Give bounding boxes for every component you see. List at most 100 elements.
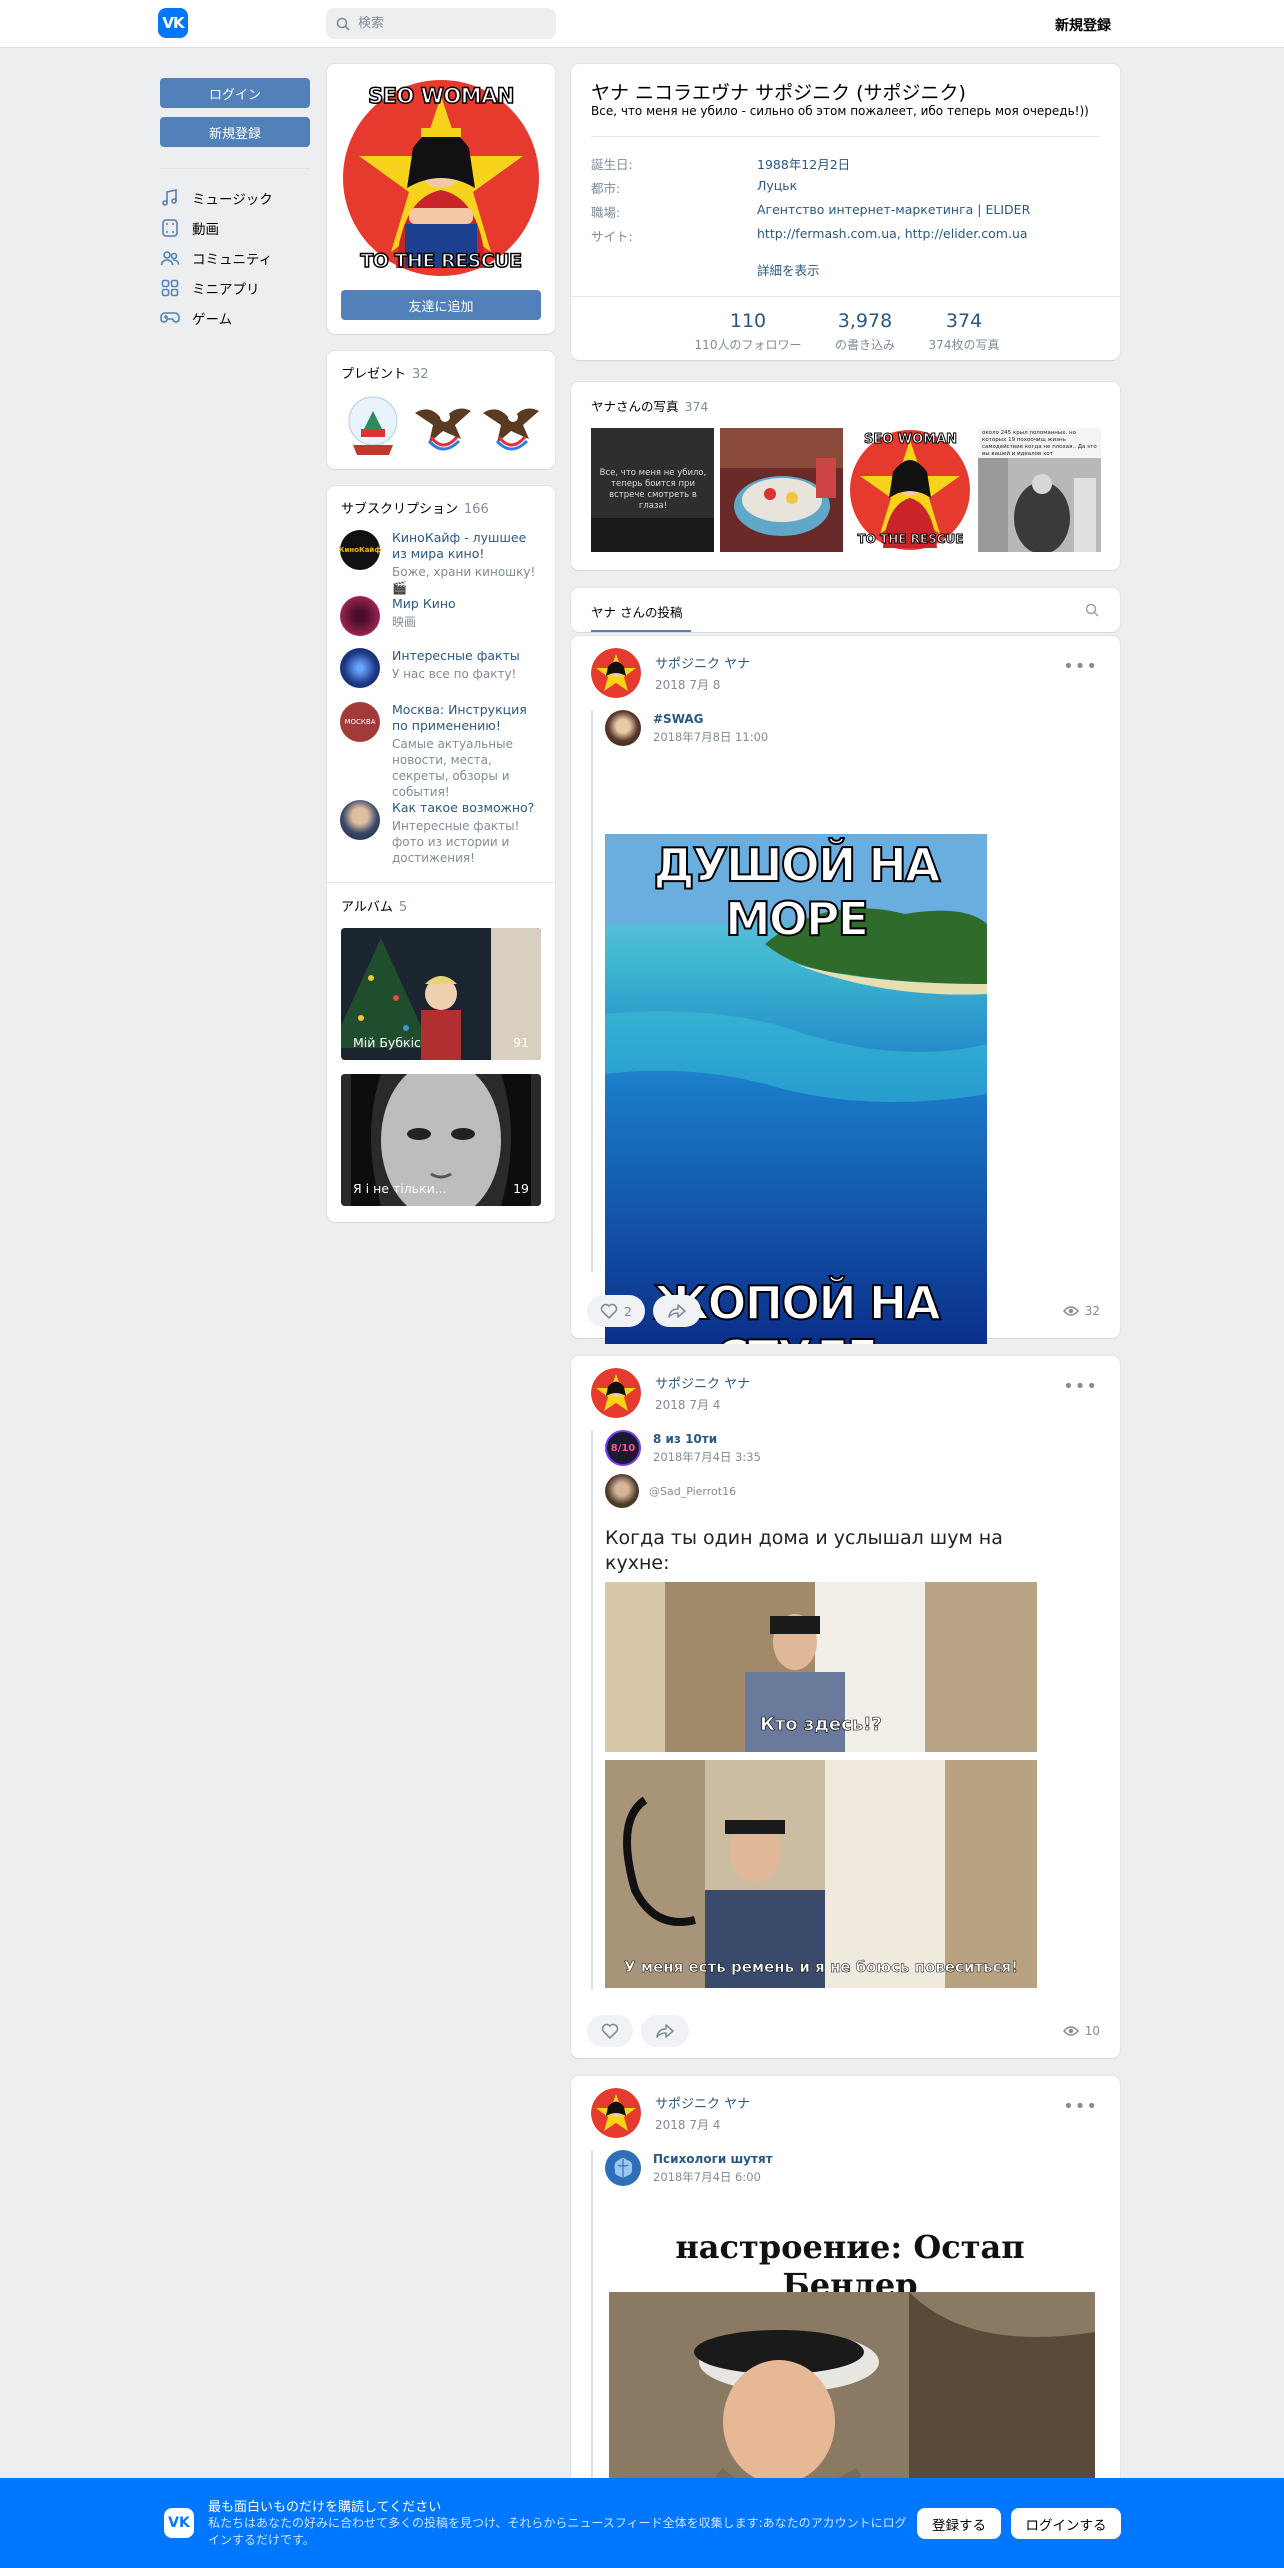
- search-input[interactable]: [358, 16, 538, 31]
- image-top-caption: ДУШОЙ НА МОРЕ: [653, 837, 942, 947]
- repost-source-avatar[interactable]: 8/10: [605, 1430, 641, 1466]
- apps-icon: [161, 279, 179, 297]
- info-row-site: サイト: http://fermash.com.ua, http://elider…: [591, 226, 1028, 245]
- repost-date[interactable]: 2018年7月4日 6:00: [653, 2169, 773, 2185]
- nav-item-community[interactable]: コミュニティ: [160, 248, 272, 268]
- nav-item-music[interactable]: ミュージック: [160, 188, 273, 208]
- nav-item-label: ミニアプリ: [192, 282, 260, 298]
- post-views: 32: [1062, 1304, 1100, 1318]
- stat-photos[interactable]: 374 374枚の写真: [922, 310, 1006, 353]
- photo-thumb[interactable]: [720, 428, 843, 552]
- like-button[interactable]: 2: [587, 1295, 645, 1327]
- post-author[interactable]: サポジニク ヤナ: [655, 2093, 750, 2112]
- album-title: Я і не тільки...: [353, 1181, 447, 1196]
- post-date[interactable]: 2018 7月 8: [655, 676, 750, 693]
- more-options-icon[interactable]: •••: [1063, 2096, 1098, 2117]
- post-author[interactable]: サポジニク ヤナ: [655, 653, 750, 672]
- login-button[interactable]: ログイン: [160, 78, 310, 108]
- album-item[interactable]: Мій Бубкіс 91: [341, 928, 541, 1060]
- share-button[interactable]: [653, 1295, 701, 1327]
- register-button[interactable]: 新規登録: [160, 117, 310, 147]
- info-value[interactable]: 1988年12月2日: [757, 154, 850, 173]
- search-box[interactable]: [326, 8, 556, 39]
- post-image[interactable]: Кто здесь!?: [605, 1582, 1037, 1752]
- stat-label: の書き込み: [834, 338, 895, 352]
- meme-frame-image: [605, 1760, 1037, 1988]
- repost-source-avatar[interactable]: [605, 710, 641, 746]
- post-author-avatar[interactable]: [591, 2088, 641, 2138]
- subscriptions-title: サブスクリプション: [341, 502, 459, 517]
- post-header: サポジニク ヤナ 2018 7月 8: [591, 648, 750, 698]
- gifts-card: プレゼント 32: [327, 351, 555, 469]
- albums-header[interactable]: アルバム 5: [341, 896, 407, 915]
- divider: [591, 136, 1100, 137]
- nav-item-games[interactable]: ゲーム: [160, 308, 232, 328]
- vk-logo-icon[interactable]: VK: [158, 8, 188, 38]
- photo-thumb[interactable]: SEO WOMAN TO THE RESCUE: [849, 428, 972, 552]
- music-icon: [162, 189, 177, 206]
- vk-logo-icon: VK: [164, 2508, 194, 2538]
- share-icon: [656, 2024, 674, 2038]
- gift-eagle-icon[interactable]: [479, 393, 543, 457]
- gift-eagle-icon[interactable]: [411, 393, 475, 457]
- top-bar: VK 新規登録: [0, 0, 1284, 48]
- profile-avatar[interactable]: SEO WOMAN TO THE RESCUE: [341, 78, 541, 278]
- gifts-header[interactable]: プレゼント 32: [341, 363, 429, 382]
- nav-item-video[interactable]: 動画: [160, 218, 219, 238]
- subscription-desc: Самые актуальные новости, места, секреты…: [392, 737, 513, 799]
- photo-text: Все, что меня не убило, теперь боится пр…: [599, 468, 707, 511]
- subscription-item[interactable]: МОСКВА Москва: Инструкция по применению!…: [340, 702, 540, 800]
- photo-thumb[interactable]: около 245 крыл поломанных, но которых 19…: [978, 428, 1101, 552]
- like-button[interactable]: [587, 2015, 633, 2047]
- banner-login-button[interactable]: ログインする: [1011, 2508, 1121, 2539]
- photo-thumb[interactable]: Все, что меня не убило, теперь боится пр…: [591, 428, 714, 552]
- repost-date[interactable]: 2018年7月8日 11:00: [653, 729, 768, 745]
- info-value[interactable]: http://fermash.com.ua, http://elider.com…: [757, 226, 1028, 245]
- community-icon: [160, 251, 180, 266]
- info-value[interactable]: Агентство интернет-маркетинга | ELIDER: [757, 202, 1030, 221]
- more-options-icon[interactable]: •••: [1063, 656, 1098, 677]
- subscriptions-header[interactable]: サブスクリプション 166: [341, 498, 489, 517]
- avatar-bottom-text: TO THE RESCUE: [360, 249, 523, 273]
- subscription-item[interactable]: Как такое возможно? Интересные факты! фот…: [340, 800, 540, 866]
- post-date[interactable]: 2018 7月 4: [655, 2116, 750, 2133]
- info-value[interactable]: Луцьк: [757, 178, 797, 197]
- brain-icon[interactable]: [605, 2150, 641, 2186]
- repost-source[interactable]: #SWAG: [653, 712, 768, 726]
- repost-source[interactable]: 8 из 10ти: [653, 1432, 761, 1446]
- post-author[interactable]: サポジニク ヤナ: [655, 1373, 750, 1392]
- search-icon: [336, 17, 350, 31]
- subscription-item[interactable]: КиноКайф КиноКайф - лушшее из мира кино!…: [339, 530, 540, 596]
- nav-item-apps[interactable]: ミニアプリ: [160, 278, 260, 298]
- tab-posts[interactable]: ヤナ さんの投稿: [591, 602, 682, 621]
- more-options-icon[interactable]: •••: [1063, 1376, 1098, 1397]
- repost-source[interactable]: Психологи шутят: [653, 2152, 773, 2166]
- stat-posts[interactable]: 3,978 の書き込み: [822, 310, 908, 353]
- post-author-avatar[interactable]: [591, 1368, 641, 1418]
- stat-number: 110: [729, 310, 767, 332]
- subscription-item[interactable]: Мир Кино 映画: [340, 596, 540, 636]
- banner-register-button[interactable]: 登録する: [917, 2508, 1001, 2539]
- search-icon[interactable]: [1085, 603, 1099, 617]
- gift-snowglobe-icon[interactable]: [343, 393, 403, 457]
- tab-underline: [591, 630, 691, 632]
- add-friend-button[interactable]: 友達に追加: [341, 290, 541, 320]
- post-image[interactable]: У меня есть ремень и я не боюсь повесить…: [605, 1760, 1037, 1988]
- nav-item-label: コミュニティ: [192, 252, 273, 268]
- stat-followers[interactable]: 110 110人のフォロワー: [690, 310, 806, 353]
- subscription-item[interactable]: Интересные факты У нас все по факту!: [340, 648, 540, 688]
- post-author-avatar[interactable]: [591, 648, 641, 698]
- post-text: Когда ты один дома и услышал шум на кухн…: [605, 1527, 1003, 1574]
- header-register-link[interactable]: 新規登録: [1055, 15, 1111, 35]
- inner-user-row: @Sad_Pierrot16: [605, 1474, 736, 1508]
- profile-photo-card: SEO WOMAN TO THE RESCUE 友達に追加: [327, 64, 555, 334]
- share-button[interactable]: [641, 2015, 689, 2047]
- repost-date[interactable]: 2018年7月4日 3:35: [653, 1449, 761, 1465]
- photos-header[interactable]: ヤナさんの写真 374: [591, 396, 708, 415]
- post-image[interactable]: ДУШОЙ НА МОРЕ ЖОПОЙ НА СТУЛЕ: [605, 834, 987, 1344]
- album-item[interactable]: Я і не тільки... 19: [341, 1074, 541, 1206]
- post-date[interactable]: 2018 7月 4: [655, 1396, 750, 1413]
- wall-post: サポジニク ヤナ 2018 7月 4 ••• 8/10 8 из 10ти 2018…: [571, 1356, 1120, 2058]
- show-more-link[interactable]: 詳細を表示: [757, 260, 820, 279]
- repost-block: #SWAG 2018年7月8日 11:00 ДУШОЙ НА МОРЕ ЖОПОЙ…: [591, 710, 1021, 1344]
